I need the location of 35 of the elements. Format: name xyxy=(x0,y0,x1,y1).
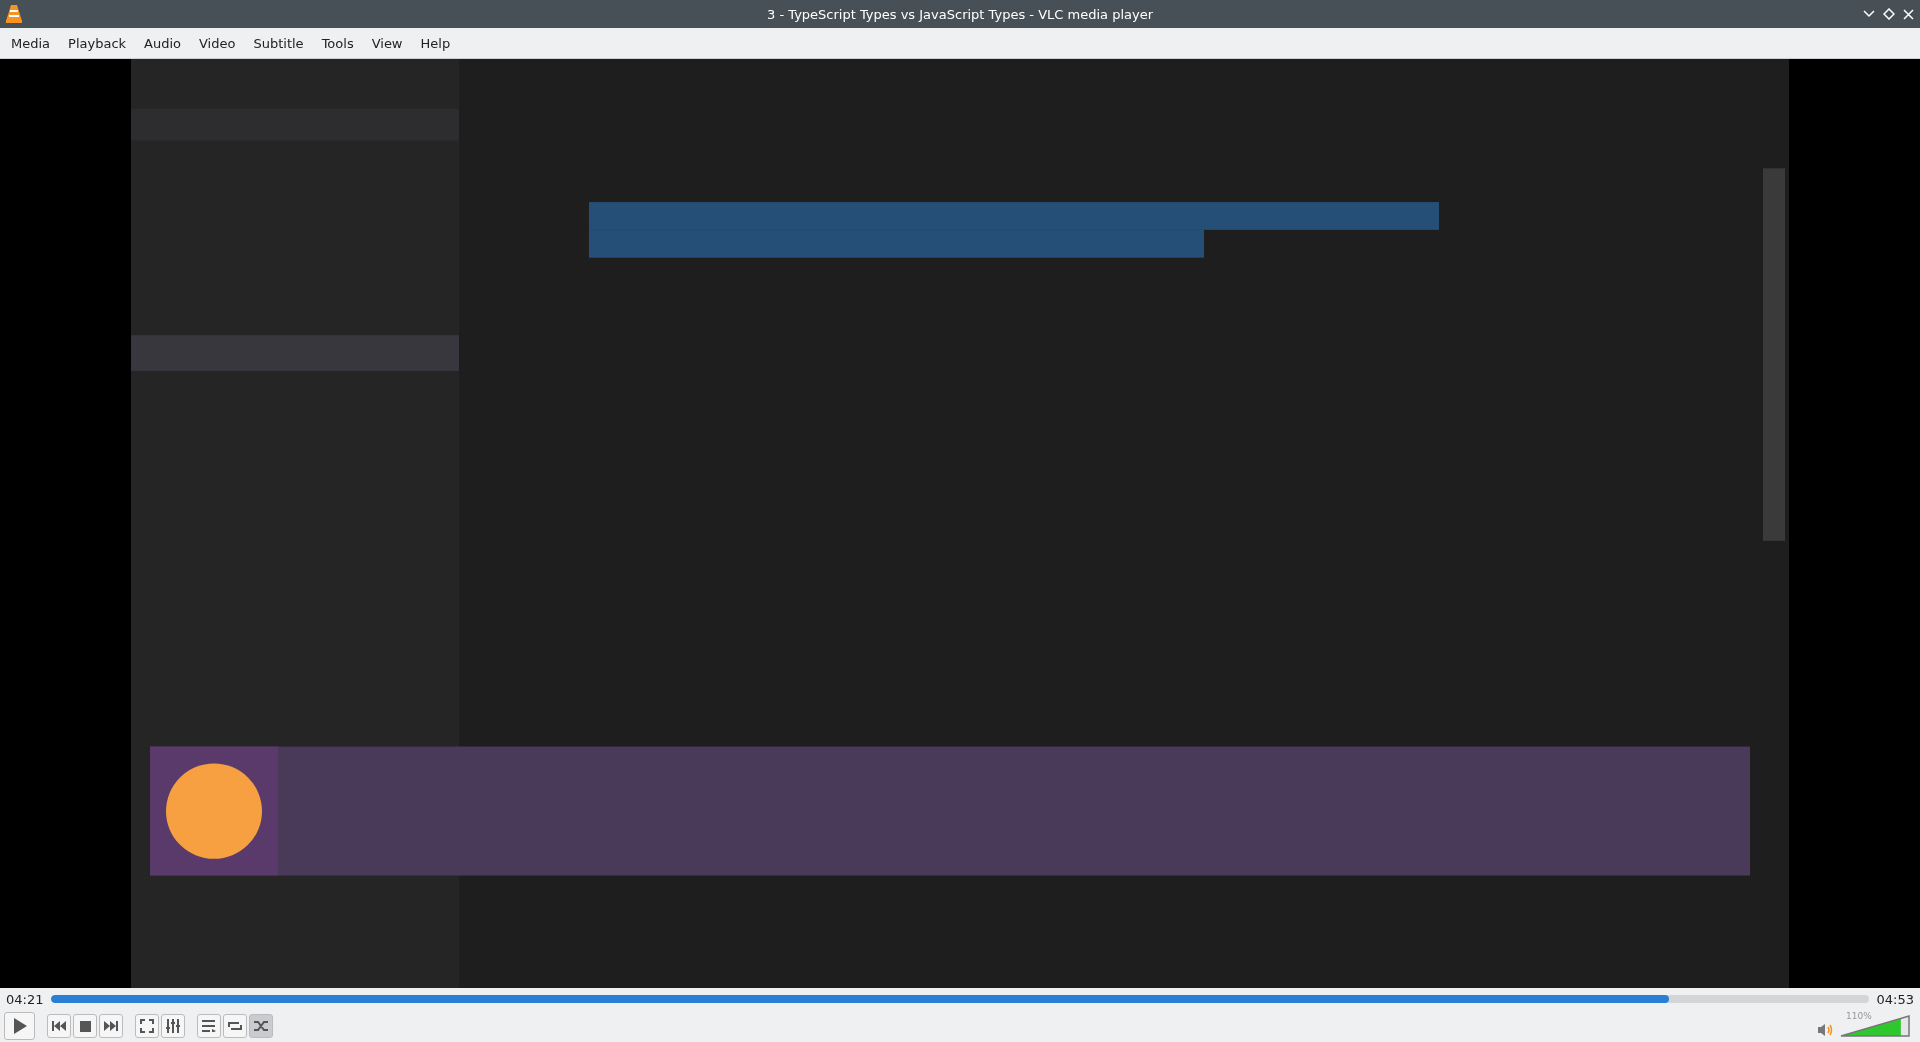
close-icon[interactable] xyxy=(1903,8,1914,20)
next-icon xyxy=(104,1021,118,1031)
shuffle-button[interactable] xyxy=(249,1014,273,1038)
previous-icon xyxy=(52,1021,66,1031)
minimize-icon[interactable] xyxy=(1863,10,1875,18)
speaker-icon xyxy=(1818,1023,1834,1037)
previous-button[interactable] xyxy=(47,1014,71,1038)
playlist-icon xyxy=(202,1020,216,1032)
volume-reading: 110% xyxy=(1846,1011,1872,1021)
maximize-icon[interactable] xyxy=(1883,8,1895,20)
menu-item[interactable]: Help xyxy=(411,31,460,55)
menu-item[interactable]: Tools xyxy=(312,31,363,55)
loop-button[interactable] xyxy=(223,1014,247,1038)
traffic-cone-icon xyxy=(6,5,22,23)
menu-item[interactable]: Video xyxy=(190,31,245,55)
loop-icon xyxy=(228,1020,242,1032)
next-button[interactable] xyxy=(99,1014,123,1038)
play-icon xyxy=(12,1018,27,1034)
playlist-button[interactable] xyxy=(197,1014,221,1038)
fullscreen-button[interactable] xyxy=(135,1014,159,1038)
elapsed-time: 04:21 xyxy=(6,991,44,1007)
total-time: 04:53 xyxy=(1876,991,1914,1007)
menu-item[interactable]: Media xyxy=(2,31,60,55)
window-title: 3 - TypeScript Types vs JavaScript Types - VLC media player xyxy=(767,6,1153,22)
menu-item[interactable]: View xyxy=(362,31,412,55)
equalizer-icon xyxy=(166,1019,180,1033)
stop-icon xyxy=(79,1020,91,1032)
menu-item[interactable]: Playback xyxy=(59,31,136,55)
menu-item[interactable]: Audio xyxy=(135,31,190,55)
extended-settings-button[interactable] xyxy=(161,1014,185,1038)
menu-item[interactable]: Subtitle xyxy=(244,31,313,55)
play-button[interactable] xyxy=(4,1012,35,1040)
stop-button[interactable] xyxy=(73,1014,97,1038)
shuffle-icon xyxy=(254,1020,268,1032)
fullscreen-icon xyxy=(140,1019,154,1033)
